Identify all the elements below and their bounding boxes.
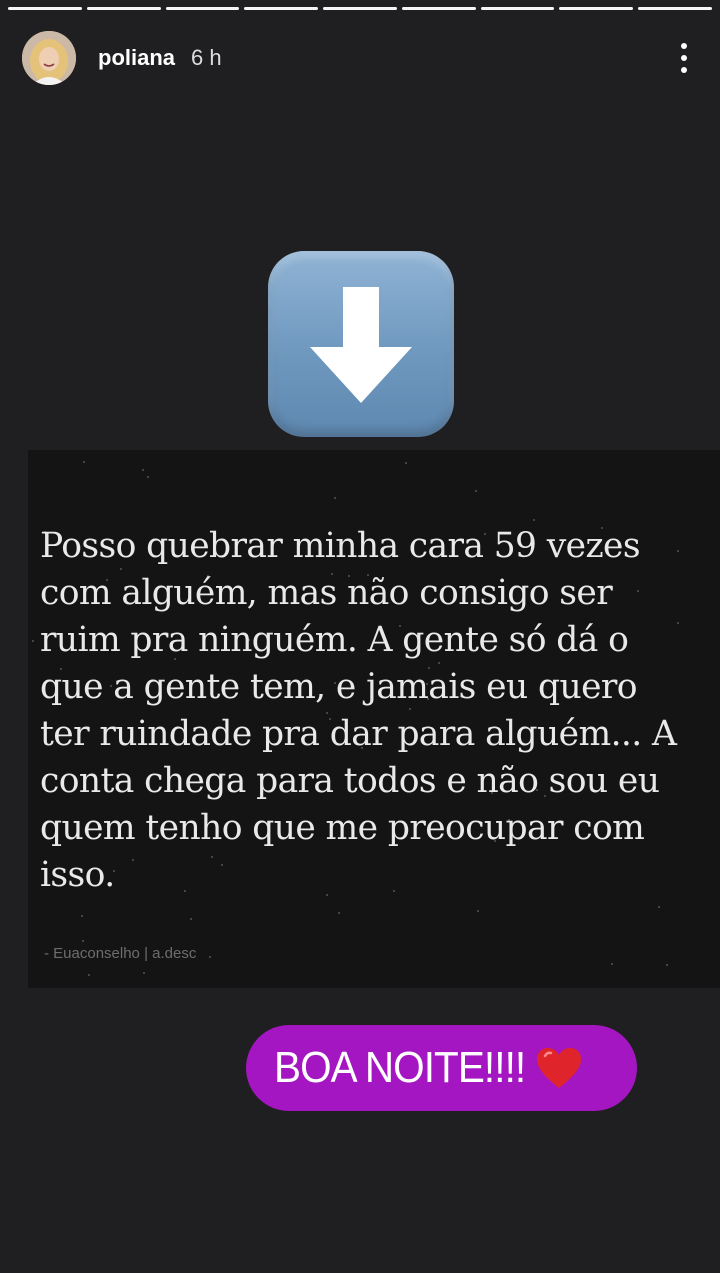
texture-speck [393, 890, 395, 892]
texture-speck [338, 912, 340, 914]
texture-speck [438, 662, 440, 664]
texture-speck [326, 894, 328, 896]
texture-speck [427, 698, 429, 700]
red-heart-icon [537, 1048, 582, 1088]
texture-speck [536, 789, 538, 791]
story-progress-bar [8, 7, 713, 11]
texture-speck [409, 708, 411, 710]
texture-speck [147, 476, 149, 478]
texture-speck [637, 590, 639, 592]
progress-segment [480, 7, 555, 10]
texture-speck [174, 658, 176, 660]
texture-speck [143, 972, 145, 974]
texture-speck [405, 462, 407, 464]
texture-speck [88, 974, 90, 976]
texture-speck [110, 685, 112, 687]
texture-speck [207, 575, 209, 577]
quote-credit: - Euaconselho | a.desc [44, 945, 197, 962]
down-arrow-icon [310, 287, 412, 403]
texture-speck [677, 550, 679, 552]
texture-speck [475, 490, 477, 492]
texture-speck [106, 579, 108, 581]
texture-speck [367, 574, 369, 576]
avatar-photo [22, 31, 76, 85]
texture-speck [82, 940, 84, 942]
avatar[interactable] [22, 31, 76, 85]
texture-speck [326, 712, 328, 714]
texture-speck [544, 795, 546, 797]
texture-speck [677, 622, 679, 624]
more-options-button[interactable] [670, 36, 698, 80]
post-time: 6 h [191, 45, 222, 70]
progress-segment [323, 7, 397, 10]
texture-speck [477, 910, 479, 912]
sticker-text: BOA NOITE!!!! [274, 1043, 526, 1092]
texture-speck [184, 890, 186, 892]
texture-speck [44, 531, 46, 533]
progress-segment [86, 7, 161, 10]
texture-speck [60, 668, 62, 670]
texture-speck [334, 682, 336, 684]
texture-speck [83, 461, 85, 463]
progress-segment [244, 7, 319, 10]
story-view[interactable]: poliana 6 h Posso quebrar minha cara 59 … [0, 0, 720, 1273]
quote-image: Posso quebrar minha cara 59 vezes com al… [28, 450, 720, 988]
texture-speck [494, 840, 496, 842]
texture-speck [142, 469, 144, 471]
progress-segment [559, 7, 634, 10]
texture-speck [399, 625, 401, 627]
progress-segment [165, 7, 240, 10]
texture-speck [361, 747, 363, 749]
texture-speck [211, 856, 213, 858]
progress-segment [638, 7, 713, 10]
texture-speck [491, 792, 493, 794]
texture-speck [428, 667, 430, 669]
texture-speck [334, 497, 336, 499]
texture-speck [313, 741, 315, 743]
texture-speck [666, 964, 668, 966]
story-header: poliana 6 h [22, 30, 698, 86]
texture-speck [658, 906, 660, 908]
text-sticker: BOA NOITE!!!! [246, 1025, 637, 1111]
texture-speck [329, 718, 331, 720]
texture-speck [113, 870, 115, 872]
texture-speck [348, 575, 350, 577]
texture-speck [601, 527, 603, 529]
down-arrow-emoji [268, 251, 454, 437]
texture-speck [611, 963, 613, 965]
texture-speck [190, 918, 192, 920]
texture-speck [81, 915, 83, 917]
texture-speck [484, 533, 486, 535]
texture-speck [120, 568, 122, 570]
texture-speck [221, 864, 223, 866]
progress-segment [401, 7, 476, 10]
quote-text: Posso quebrar minha cara 59 vezes com al… [40, 526, 677, 895]
texture-speck [32, 640, 34, 642]
more-vertical-icon [681, 55, 687, 61]
texture-speck [248, 639, 250, 641]
texture-speck [209, 956, 211, 958]
texture-speck [331, 573, 333, 575]
more-vertical-icon [681, 43, 687, 49]
texture-speck [484, 598, 486, 600]
texture-speck [508, 819, 510, 821]
texture-speck [132, 859, 134, 861]
texture-speck [533, 519, 535, 521]
more-vertical-icon [681, 67, 687, 73]
username[interactable]: poliana [98, 45, 175, 71]
texture-speck [267, 635, 269, 637]
progress-segment [8, 7, 82, 10]
texture-speck [426, 683, 428, 685]
